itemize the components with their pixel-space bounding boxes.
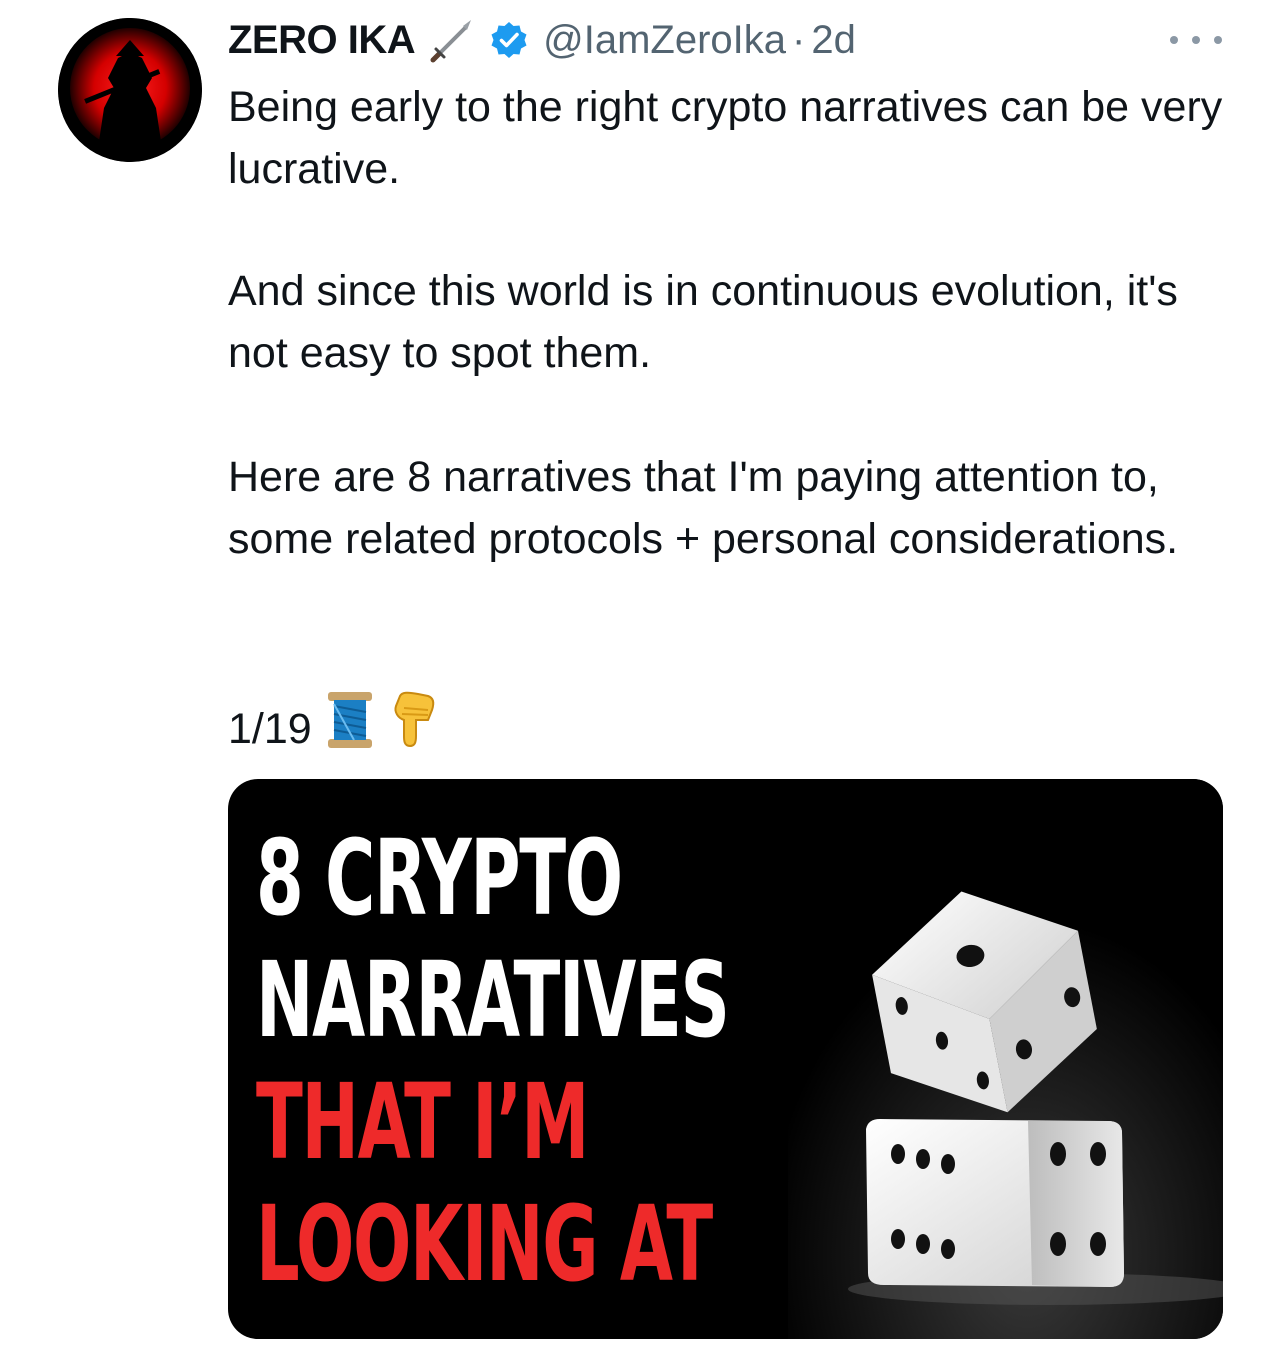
tweet-paragraph-3: Here are 8 narratives that I'm paying at… bbox=[228, 453, 1179, 563]
hand-pointing-down-icon bbox=[388, 690, 440, 767]
samurai-avatar-image bbox=[58, 18, 202, 162]
spool-of-thread-icon bbox=[324, 690, 376, 767]
sword-icon bbox=[427, 16, 475, 64]
tweet-header: ZERO IKA @IamZeroIka · 2d bbox=[228, 14, 856, 66]
thread-counter-line: 1/19 bbox=[228, 690, 1238, 767]
media-headline-line-3: THAT I’M bbox=[256, 1061, 589, 1183]
author-handle[interactable]: @IamZeroIka bbox=[543, 18, 786, 63]
tweet-paragraph-1: Being early to the right crypto narrativ… bbox=[228, 83, 1223, 193]
thread-counter: 1/19 bbox=[228, 704, 312, 753]
tweet-media-image[interactable]: 8 CRYPTO NARRATIVES THAT I’M LOOKING AT bbox=[228, 779, 1223, 1339]
tweet-timestamp[interactable]: 2d bbox=[811, 18, 856, 63]
media-headline-line-4: LOOKING AT bbox=[256, 1183, 713, 1305]
media-headline-line-1: 8 CRYPTO bbox=[256, 817, 623, 939]
more-options-icon[interactable] bbox=[1170, 30, 1222, 50]
author-name[interactable]: ZERO IKA bbox=[228, 18, 416, 63]
tweet-paragraph-2: And since this world is in continuous ev… bbox=[228, 267, 1178, 377]
author-avatar[interactable] bbox=[58, 18, 202, 162]
verified-badge-icon[interactable] bbox=[489, 20, 529, 60]
stacked-dice-image bbox=[788, 779, 1223, 1339]
separator-dot: · bbox=[792, 17, 806, 62]
media-headline-line-2: NARRATIVES bbox=[256, 939, 730, 1061]
